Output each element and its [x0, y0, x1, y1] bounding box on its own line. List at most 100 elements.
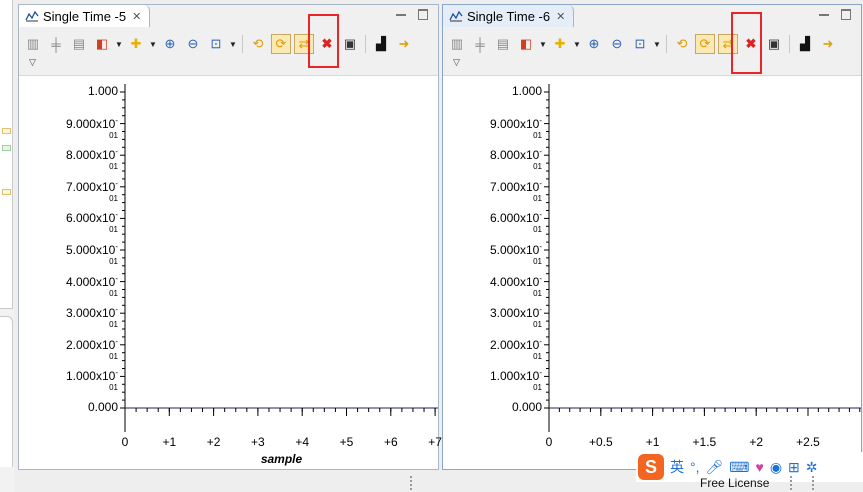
chevron-down-icon[interactable]: ▼ [653, 40, 661, 49]
close-icon[interactable]: ✕ [132, 10, 141, 23]
zoom-out-icon[interactable]: ⊖ [607, 34, 627, 54]
y-tick-label: 3.000x10-01 [65, 305, 118, 330]
chevron-down-icon[interactable]: ▼ [229, 40, 237, 49]
zoom-box-icon[interactable]: ⊡ [206, 34, 226, 54]
x-tick-label: +2.5 [796, 435, 820, 449]
tab-single-time-5[interactable]: Single Time -5 ✕ [19, 5, 151, 27]
tab-single-time-6[interactable]: Single Time -6 ✕ [443, 5, 575, 27]
y-tick-label: 0.000 [87, 400, 118, 414]
y-tick-label: 4.000x10-01 [65, 273, 118, 298]
chart-icon [449, 10, 463, 22]
ime-logo[interactable]: S [638, 454, 664, 480]
view-toolbar: ▥ ╪ ▤ ◧ ▼ ✚ ▼ ⊕ ⊖ ⊡ ▼ ⟲ ⟳ ⇄ ✖ ▣ ▟ ➜ [447, 33, 841, 55]
x-tick-label: 0 [121, 435, 129, 449]
apps-grid-icon[interactable]: ⊞ [788, 459, 800, 476]
punctuation-icon[interactable]: °, [690, 459, 700, 475]
align-left-icon[interactable]: ▥ [447, 34, 467, 54]
divider [812, 476, 816, 490]
x-tick-label: +7 [428, 435, 442, 449]
marker-icon [2, 145, 11, 151]
export-icon[interactable]: ▣ [764, 34, 784, 54]
auto-scale-icon[interactable]: ⟳ [271, 34, 291, 54]
view-menu-icon[interactable]: ▽ [29, 57, 36, 68]
export-icon[interactable]: ▣ [340, 34, 360, 54]
refresh-icon[interactable]: ⟲ [248, 34, 268, 54]
keyboard-icon[interactable]: ⌨ [729, 459, 749, 476]
align-right-icon[interactable]: ▤ [493, 34, 513, 54]
tab-title: Single Time -5 [43, 8, 127, 24]
align-center-icon[interactable]: ╪ [46, 34, 66, 54]
left-panel-upper [0, 0, 13, 309]
view-menu-icon[interactable]: ▽ [453, 57, 460, 68]
add-series-icon[interactable]: ✚ [126, 34, 146, 54]
chevron-down-icon[interactable]: ▼ [539, 40, 547, 49]
assistant-icon[interactable]: ◉ [770, 459, 782, 476]
find-icon[interactable]: ▟ [371, 34, 391, 54]
y-tick-label: 7.000x10-01 [65, 178, 118, 203]
tab-title: Single Time -6 [467, 8, 551, 24]
auto-scale-icon[interactable]: ⟳ [695, 34, 715, 54]
maximize-icon[interactable] [841, 9, 851, 20]
highlight-box [731, 12, 762, 74]
zoom-in-icon[interactable]: ⊕ [584, 34, 604, 54]
y-tick-label: 5.000x10-01 [65, 242, 118, 266]
x-tick-label: +1 [162, 435, 177, 449]
divider [790, 476, 794, 490]
y-tick-label: 0.000 [511, 400, 542, 414]
ime-mode-label[interactable]: 英 [670, 457, 684, 477]
y-tick-label: 8.000x10-01 [489, 147, 542, 172]
x-tick-label: +3 [251, 435, 265, 449]
marker-icon[interactable]: ◧ [92, 34, 112, 54]
y-tick-label: 1.000 [87, 84, 118, 98]
y-tick-label: 2.000x10-01 [489, 336, 542, 361]
y-tick-label: 8.000x10-01 [65, 147, 118, 172]
x-tick-label: +1 [645, 435, 660, 449]
refresh-icon[interactable]: ⟲ [672, 34, 692, 54]
chart-view-1: Single Time -5 ✕ ▥ ╪ ▤ ◧ ▼ ✚ ▼ ⊕ ⊖ ⊡ ▼ ⟲… [18, 4, 442, 470]
divider [410, 476, 414, 490]
marker-icon[interactable]: ◧ [516, 34, 536, 54]
minimize-icon[interactable] [396, 9, 406, 16]
zoom-in-icon[interactable]: ⊕ [160, 34, 180, 54]
zoom-box-icon[interactable]: ⊡ [630, 34, 650, 54]
minimize-icon[interactable] [819, 9, 829, 16]
x-tick-label: 0 [545, 435, 553, 449]
y-tick-label: 3.000x10-01 [489, 305, 542, 330]
align-left-icon[interactable]: ▥ [23, 34, 43, 54]
y-tick-label: 7.000x10-01 [489, 178, 542, 203]
close-icon[interactable]: ✕ [556, 10, 565, 23]
plot-area: 0.000 1.000x10-01 2.000x10-01 3.000x10-01 4.… [443, 75, 861, 469]
y-tick-label: 9.000x10-01 [65, 115, 118, 140]
maximize-icon[interactable] [418, 9, 428, 20]
y-tick-label: 1.000 [511, 84, 542, 98]
zoom-out-icon[interactable]: ⊖ [183, 34, 203, 54]
align-right-icon[interactable]: ▤ [69, 34, 89, 54]
left-panel-lower [0, 316, 13, 467]
skin-icon[interactable]: ♥ [756, 459, 764, 475]
y-tick-label: 1.000x10-01 [65, 368, 118, 393]
x-tick-label: +5 [339, 435, 354, 449]
add-series-icon[interactable]: ✚ [550, 34, 570, 54]
highlight-box [308, 14, 339, 68]
x-axis-title: sample [260, 452, 303, 466]
y-tick-label: 9.000x10-01 [489, 115, 542, 140]
chevron-down-icon[interactable]: ▼ [573, 40, 581, 49]
y-tick-label: 6.000x10-01 [65, 210, 118, 235]
microphone-icon[interactable]: 🎤︎ [706, 459, 724, 476]
x-tick-label: +0.5 [588, 435, 613, 449]
chevron-down-icon[interactable]: ▼ [115, 40, 123, 49]
license-status: Free License [700, 476, 770, 490]
view-toolbar: ▥ ╪ ▤ ◧ ▼ ✚ ▼ ⊕ ⊖ ⊡ ▼ ⟲ ⟳ ⇄ ✖ ▣ ▟ ➜ [23, 33, 417, 55]
chart-icon [25, 10, 39, 22]
chevron-down-icon[interactable]: ▼ [149, 40, 157, 49]
y-tick-label: 2.000x10-01 [65, 336, 118, 361]
settings-icon[interactable]: ✲ [806, 459, 818, 476]
find-icon[interactable]: ▟ [795, 34, 815, 54]
x-tick-label: +6 [383, 435, 398, 449]
x-tick-label: +1.5 [692, 435, 717, 449]
forward-icon[interactable]: ➜ [394, 34, 414, 54]
y-tick-label: 4.000x10-01 [489, 273, 542, 298]
x-tick-label: +2 [749, 435, 764, 449]
forward-icon[interactable]: ➜ [818, 34, 838, 54]
align-center-icon[interactable]: ╪ [470, 34, 490, 54]
